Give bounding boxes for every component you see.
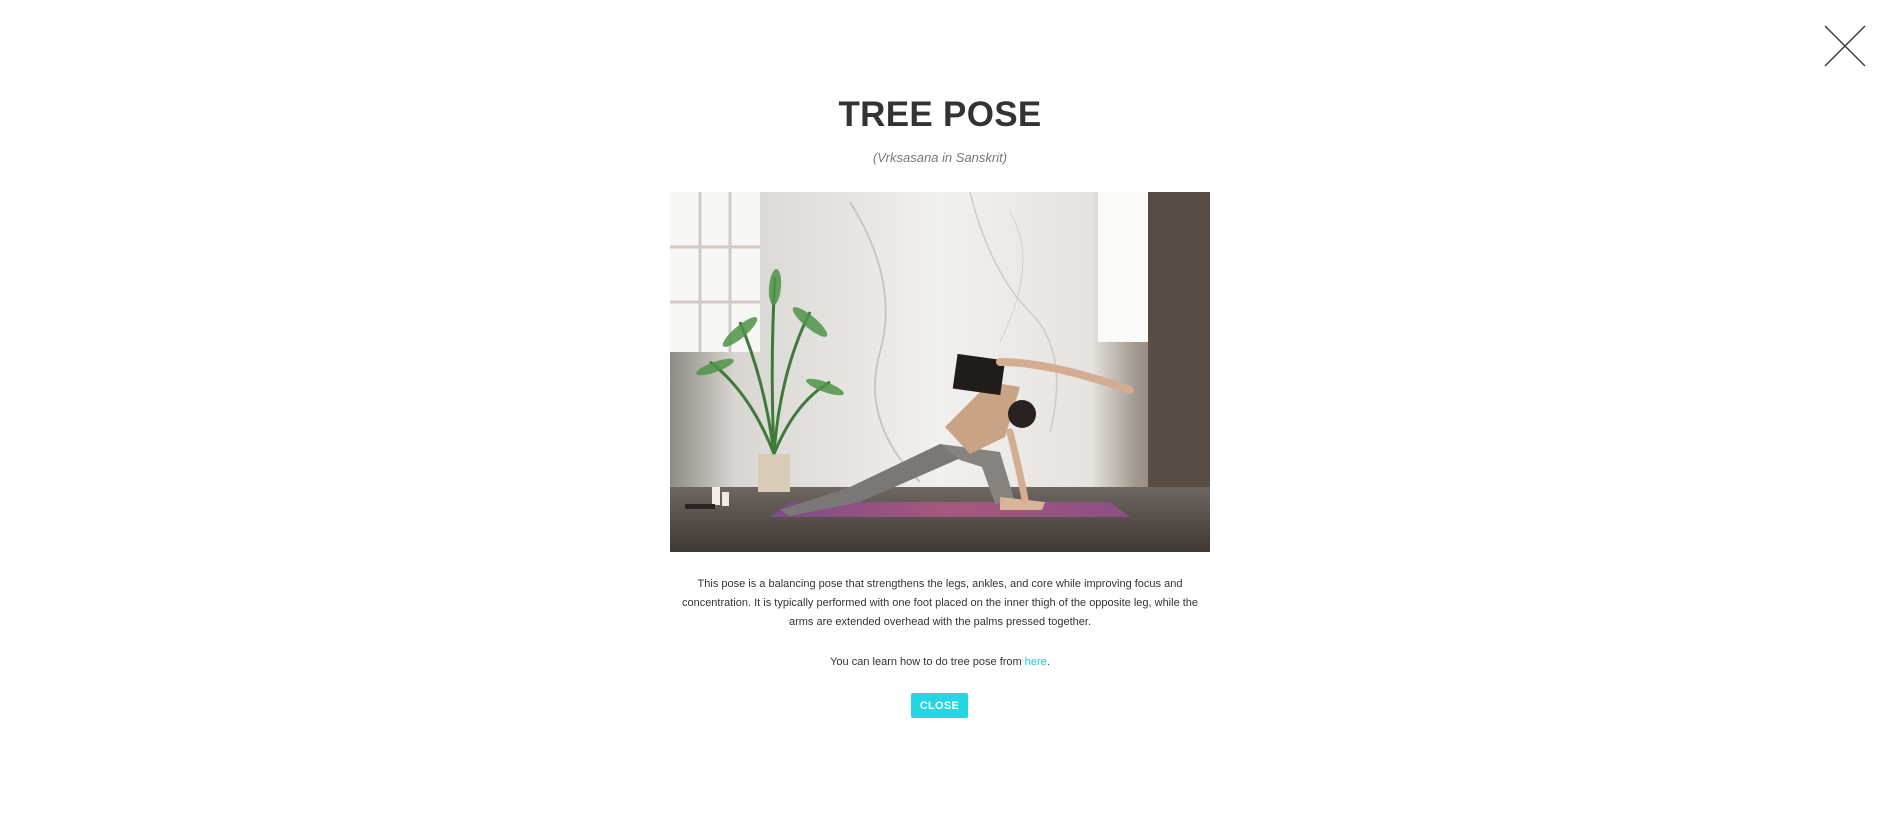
learn-more-prefix: You can learn how to do tree pose from: [830, 656, 1025, 668]
pose-description: This pose is a balancing pose that stren…: [681, 578, 1199, 628]
learn-more-text: You can learn how to do tree pose from h…: [0, 653, 1880, 671]
close-x-icon[interactable]: [1823, 24, 1867, 68]
learn-more-suffix: .: [1046, 656, 1050, 668]
pose-subtitle: (Vrksasana in Sanskrit): [872, 150, 1008, 165]
learn-more-link[interactable]: here: [1025, 656, 1047, 668]
pose-title: TREE POSE: [838, 95, 1042, 134]
close-button[interactable]: CLOSE: [911, 693, 968, 718]
modal-overlay: TREE POSE (Vrksasana in Sanskrit) This p…: [0, 0, 1894, 835]
pose-image: [670, 192, 1210, 552]
